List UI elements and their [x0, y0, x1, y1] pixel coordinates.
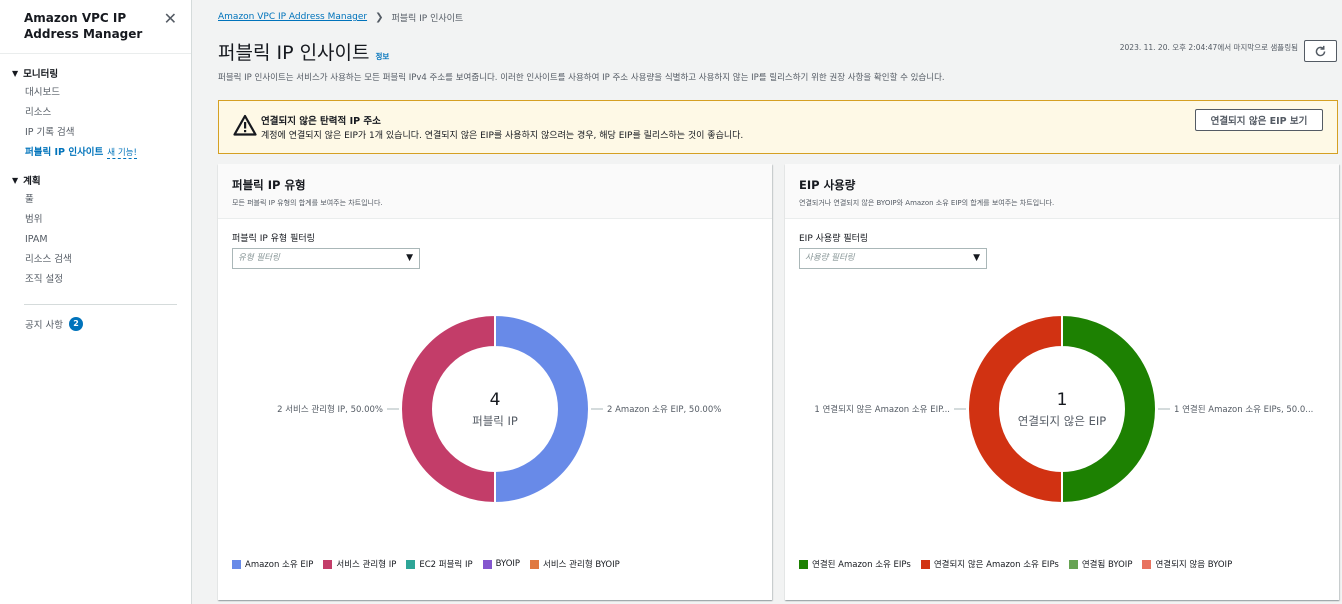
legend-item[interactable]: EC2 퍼블릭 IP	[406, 558, 473, 570]
filter-label: EIP 사용량 필터링	[799, 234, 869, 244]
panel-subtitle: 연결되거나 연결되지 않은 BYOIP와 Amazon 소유 EIP의 합계를 …	[799, 199, 1055, 207]
legend-swatch	[799, 559, 808, 569]
legend-swatch	[323, 559, 333, 569]
refresh-icon	[1315, 45, 1326, 56]
slice-label: 1 연결된 Amazon 소유 EIPs, 50.0...	[1174, 404, 1313, 415]
donut-slice[interactable]	[967, 313, 1063, 505]
legend-swatch	[1068, 559, 1078, 569]
legend-label: 연결됨 BYOIP	[1081, 560, 1133, 570]
warning-icon	[233, 114, 257, 136]
new-feature-badge: 새 기능!	[107, 148, 137, 159]
slice-label: 1 연결되지 않은 Amazon 소유 EIP...	[814, 404, 950, 415]
page-title: 퍼블릭 IP 인사이트	[218, 42, 370, 64]
donut-slice[interactable]	[1061, 313, 1157, 505]
legend-swatch	[482, 559, 492, 569]
panel-title: EIP 사용량	[799, 178, 856, 192]
center-value: 1	[1057, 390, 1068, 410]
side-navigation: Amazon VPC IP Address Manager ✕ ▼ 모니터링 대…	[0, 0, 192, 604]
refresh-button[interactable]	[1304, 40, 1337, 62]
sidebar-item-ip-history[interactable]: IP 기록 검색	[0, 123, 191, 143]
legend-label: 서비스 관리형 IP	[336, 560, 397, 570]
legend-swatch	[920, 559, 930, 569]
center-value: 4	[490, 390, 501, 410]
warning-alert: 연결되지 않은 탄력적 IP 주소 계정에 연결되지 않은 EIP가 1개 있습…	[218, 100, 1338, 154]
public-ip-type-panel: 퍼블릭 IP 유형 모든 퍼블릭 IP 유형의 합계를 보여주는 차트입니다. …	[218, 164, 772, 600]
chart-legend: Amazon 소유 EIP 서비스 관리형 IP EC2 퍼블릭 IP BYOIP 서비…	[232, 558, 630, 570]
charts-container: 퍼블릭 IP 유형 모든 퍼블릭 IP 유형의 합계를 보여주는 차트입니다. …	[218, 164, 1339, 604]
legend-label: 연결되지 않은 Amazon 소유 EIPs	[933, 560, 1059, 570]
sidebar-item-resources[interactable]: 리소스	[0, 103, 191, 123]
legend-swatch	[530, 559, 540, 569]
sidebar-item-scopes[interactable]: 범위	[0, 210, 191, 230]
sidebar-item-resource-discovery[interactable]: 리소스 검색	[0, 250, 191, 270]
sidebar-item-org-settings[interactable]: 조직 설정	[0, 270, 191, 290]
legend-swatch	[1142, 559, 1152, 569]
public-ip-type-donut-chart: 4 퍼블릭 IP 2 서비스 관리형 IP, 50.00% 2 Amazon 소유 E…	[277, 313, 721, 505]
panel-header: 퍼블릭 IP 유형 모든 퍼블릭 IP 유형의 합계를 보여주는 차트입니다.	[218, 164, 772, 219]
legend-item[interactable]: 연결된 Amazon 소유 EIPs	[799, 558, 911, 570]
sidebar-header: Amazon VPC IP Address Manager ✕	[0, 0, 191, 54]
last-fetched-timestamp: 2023. 11. 20. 오후 2:04:47에서 마지막으로 샘플링됨	[1119, 43, 1298, 52]
sidebar-item-public-ip-insights[interactable]: 퍼블릭 IP 인사이트 새 기능!	[0, 143, 191, 163]
sidebar-item-ipams[interactable]: IPAM	[0, 230, 191, 250]
legend-label: 연결된 Amazon 소유 EIPs	[812, 560, 911, 570]
caret-down-icon: ▼	[406, 253, 413, 263]
legend-label: BYOIP	[495, 559, 521, 569]
legend-label: 연결되지 않음 BYOIP	[1155, 560, 1233, 570]
sidebar-title[interactable]: Amazon VPC IP Address Manager	[24, 10, 144, 42]
sidebar-item-notices[interactable]: 공지 사항 2	[0, 317, 191, 331]
caret-down-icon: ▼	[12, 68, 19, 78]
eip-usage-panel: EIP 사용량 연결되거나 연결되지 않은 BYOIP와 Amazon 소유 E…	[785, 164, 1339, 600]
slice-label: 2 서비스 관리형 IP, 50.00%	[277, 404, 383, 415]
eip-usage-donut-chart: 1 연결되지 않은 EIP 1 연결되지 않은 Amazon 소유 EIP... 1 …	[814, 313, 1313, 505]
legend-label: 서비스 관리형 BYOIP	[543, 560, 620, 570]
center-label: 연결되지 않은 EIP	[1018, 414, 1106, 428]
main-content: Amazon VPC IP Address Manager ❯ 퍼블릭 IP 인…	[218, 0, 1338, 154]
slice-label: 2 Amazon 소유 EIP, 50.00%	[607, 405, 721, 415]
legend-item[interactable]: Amazon 소유 EIP	[232, 558, 313, 570]
close-icon[interactable]: ✕	[164, 9, 177, 28]
breadcrumb: Amazon VPC IP Address Manager ❯ 퍼블릭 IP 인…	[218, 11, 1338, 24]
alert-message: 계정에 연결되지 않은 EIP가 1개 있습니다. 연결되지 않은 EIP를 사…	[261, 131, 744, 141]
donut-slice[interactable]	[400, 313, 496, 505]
sidebar-item-dashboard[interactable]: 대시보드	[0, 83, 191, 103]
legend-item[interactable]: 서비스 관리형 IP	[323, 558, 396, 570]
type-filter-select[interactable]: 유형 필터링 ▼	[232, 248, 420, 269]
info-link[interactable]: 정보	[376, 51, 390, 62]
legend-item[interactable]: 연결되지 않음 BYOIP	[1142, 558, 1232, 570]
sidebar-section-planning[interactable]: ▼ 계획	[0, 173, 191, 188]
caret-down-icon: ▼	[973, 253, 980, 263]
usage-filter-select[interactable]: 사용량 필터링 ▼	[799, 248, 987, 269]
legend-swatch	[232, 559, 241, 569]
donut-slice[interactable]	[494, 313, 590, 505]
filter-label: 퍼블릭 IP 유형 필터링	[232, 234, 315, 244]
legend-label: Amazon 소유 EIP	[245, 560, 314, 570]
chart-legend: 연결된 Amazon 소유 EIPs 연결되지 않은 Amazon 소유 EIPs…	[799, 558, 1242, 570]
panel-subtitle: 모든 퍼블릭 IP 유형의 합계를 보여주는 차트입니다.	[232, 199, 383, 207]
breadcrumb-current: 퍼블릭 IP 인사이트	[391, 13, 464, 24]
notification-count-badge: 2	[68, 317, 83, 331]
legend-swatch	[406, 559, 416, 569]
caret-down-icon: ▼	[12, 175, 19, 185]
legend-item[interactable]: 연결됨 BYOIP	[1068, 558, 1133, 570]
panel-header: EIP 사용량 연결되거나 연결되지 않은 BYOIP와 Amazon 소유 E…	[785, 164, 1339, 219]
alert-title: 연결되지 않은 탄력적 IP 주소	[261, 116, 381, 127]
chevron-right-icon: ❯	[375, 11, 384, 23]
sidebar-item-pools[interactable]: 풀	[0, 190, 191, 210]
center-label: 퍼블릭 IP	[472, 414, 518, 428]
legend-item[interactable]: BYOIP	[482, 558, 521, 570]
view-unassociated-eip-button[interactable]: 연결되지 않은 EIP 보기	[1195, 109, 1323, 131]
page-description: 퍼블릭 IP 인사이트는 서비스가 사용하는 모든 퍼블릭 IPv4 주소를 보…	[218, 73, 945, 83]
legend-item[interactable]: 연결되지 않은 Amazon 소유 EIPs	[920, 558, 1059, 570]
legend-item[interactable]: 서비스 관리형 BYOIP	[530, 558, 620, 570]
legend-label: EC2 퍼블릭 IP	[419, 560, 473, 570]
breadcrumb-root-link[interactable]: Amazon VPC IP Address Manager	[218, 12, 367, 22]
sidebar-divider	[24, 304, 177, 305]
sidebar-section-monitoring[interactable]: ▼ 모니터링	[0, 66, 191, 81]
panel-title: 퍼블릭 IP 유형	[232, 178, 306, 192]
